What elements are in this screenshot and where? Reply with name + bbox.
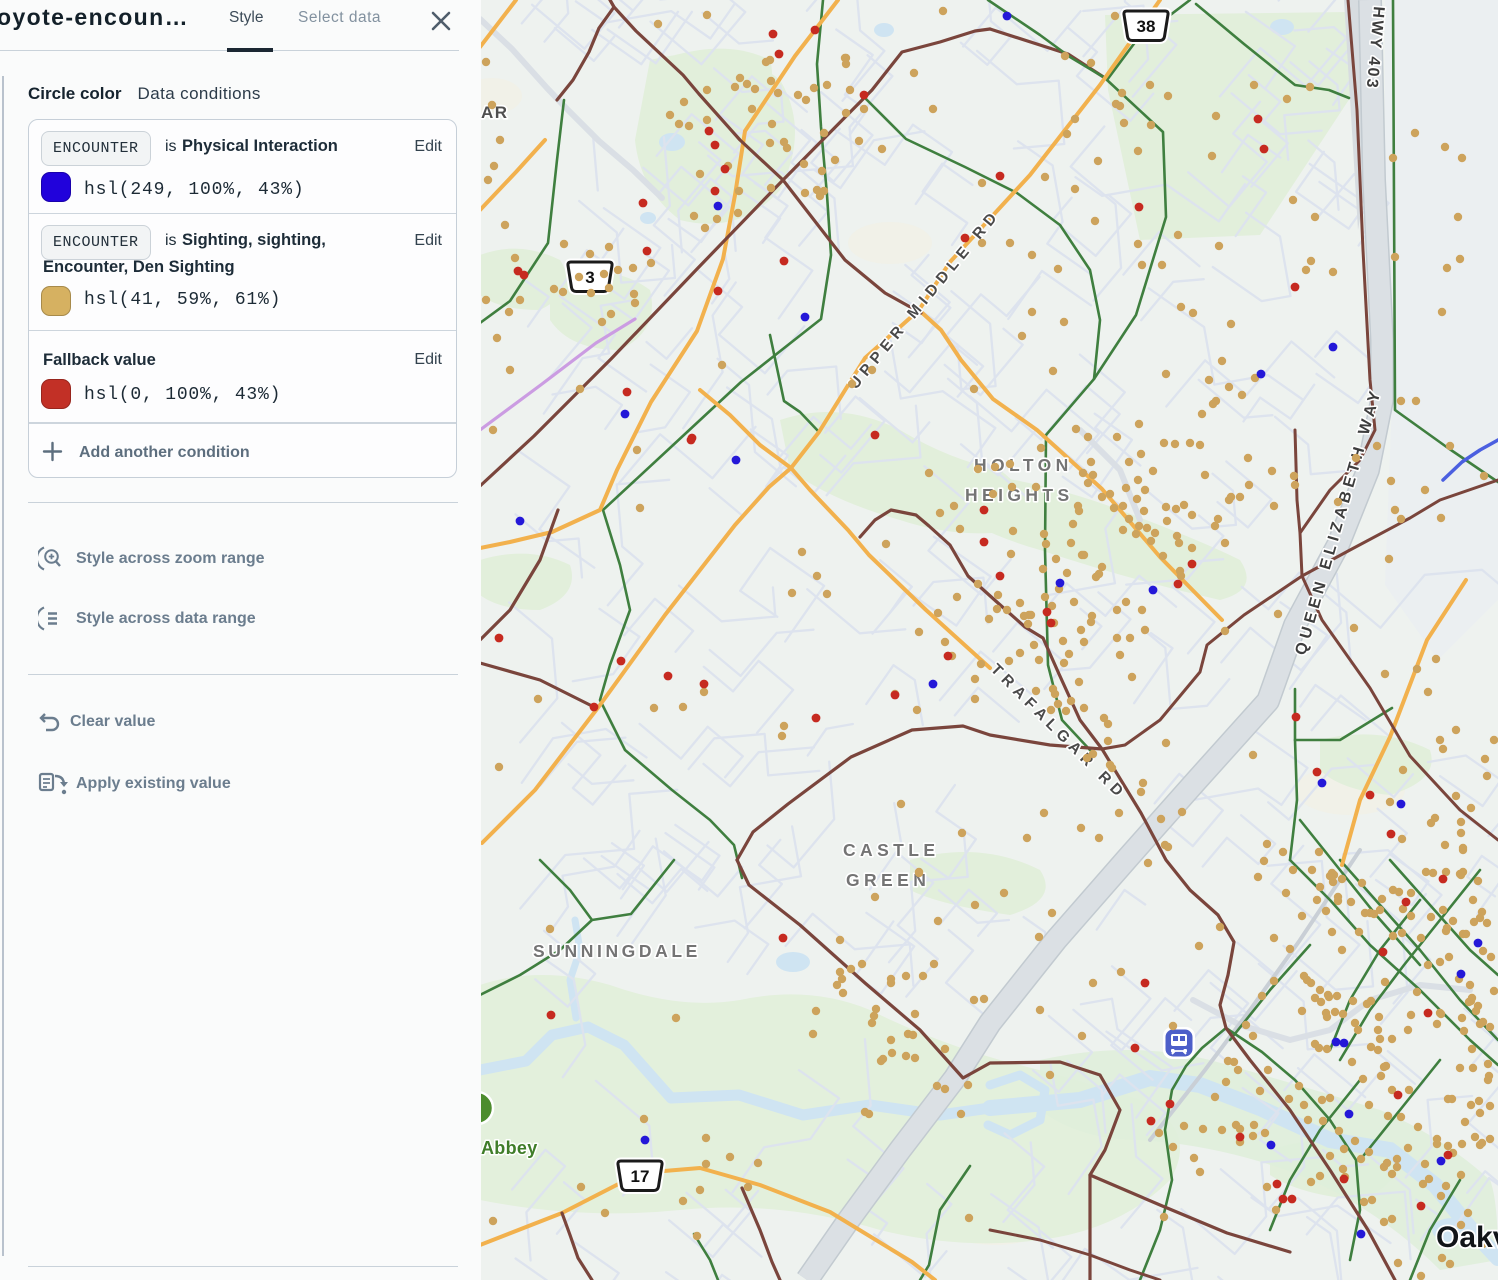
svg-text:HOLTON: HOLTON	[974, 455, 1073, 475]
svg-text:17: 17	[631, 1167, 650, 1186]
svg-text:3: 3	[585, 268, 594, 287]
svg-text:SUNNINGDALE: SUNNINGDALE	[533, 941, 701, 961]
svg-text:CASTLE: CASTLE	[843, 840, 939, 860]
svg-text:38: 38	[1137, 17, 1156, 36]
svg-text:HEIGHTS: HEIGHTS	[965, 485, 1074, 505]
svg-text:Abbey: Abbey	[481, 1138, 538, 1158]
svg-text:Oakv: Oakv	[1436, 1221, 1498, 1254]
